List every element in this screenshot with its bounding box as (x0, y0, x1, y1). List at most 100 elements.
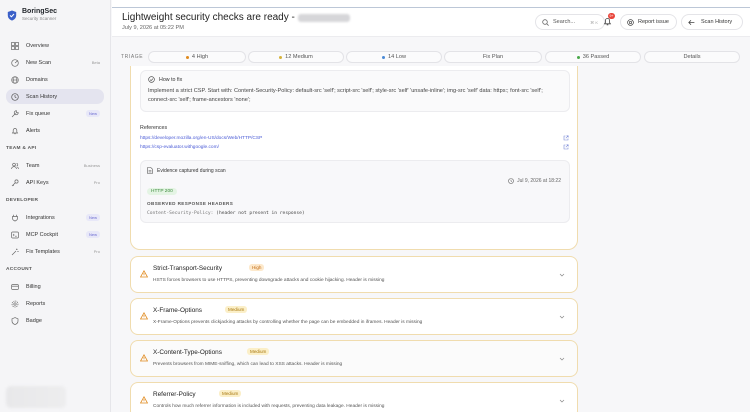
plan-tag: Business (83, 163, 100, 168)
how-to-fix-label: How to fix (159, 76, 183, 83)
sidebar-item-label: Fix Templates (26, 248, 60, 255)
passed-dot (576, 55, 580, 59)
external-link-icon[interactable] (563, 144, 569, 152)
chevron-down-icon[interactable] (559, 265, 565, 277)
finding-name: Strict-Transport-Security (153, 265, 223, 272)
sidebar-item-reports[interactable]: Reports (6, 296, 104, 311)
header-value: (header not present in response) (216, 211, 305, 216)
finding-name: X-Frame-Options (153, 307, 203, 314)
finding-description: X-Frame-Options prevents clickjacking at… (153, 320, 423, 325)
finding-card[interactable]: Referrer-Policy Medium Controls how much… (130, 382, 578, 412)
sidebar-item-label: Fix queue (26, 110, 51, 117)
redacted-domain (297, 13, 350, 22)
sidebar-item-mcp-cockpit[interactable]: MCP Cockpit New (6, 227, 104, 242)
shield-icon (11, 316, 19, 325)
sidebar-item-label: Reports (26, 300, 46, 307)
reference-link[interactable]: https://csp-evaluator.withgoogle.com/ (140, 145, 219, 150)
fix-plan-tab[interactable]: Fix Plan (444, 51, 542, 63)
notifications-button[interactable]: 9+ (601, 13, 615, 28)
reference-link[interactable]: https://developer.mozilla.org/en-US/docs… (140, 136, 262, 141)
observed-header-line: Content-Security-Policy: (header not pre… (147, 211, 305, 216)
new-tag: New (85, 231, 100, 238)
finding-description: HSTS forces browsers to use HTTPS, preve… (153, 278, 385, 283)
header-divider (112, 7, 750, 8)
warning-icon (139, 265, 149, 278)
clock-icon (508, 178, 514, 184)
sidebar-item-label: Domains (26, 76, 48, 83)
how-to-fix-box: How to fix Implement a strict CSP. Start… (140, 70, 570, 112)
finding-description: Prevents browsers from MIME-sniffing, wh… (153, 362, 343, 367)
card-icon (11, 283, 19, 291)
new-tag: New (85, 214, 100, 221)
evidence-box: Evidence captured during scan Jul 9, 202… (140, 160, 570, 223)
filter-passed[interactable]: 36 Passed (545, 51, 641, 63)
sidebar-item-label: Badge (26, 317, 42, 324)
scan-history-label: Scan History (701, 19, 733, 25)
search-icon (542, 18, 549, 26)
triage-bar: TRIAGE 4 High 12 Medium 14 Low Fix Plan … (112, 50, 750, 64)
bug-icon (627, 18, 634, 26)
evidence-date: Jul 9, 2026 at 18:22 (508, 178, 561, 184)
sidebar-item-team[interactable]: Team Business (6, 158, 104, 173)
scan-date: July 9, 2026 at 05:22 PM (122, 25, 184, 31)
filter-high-label: 4 High (191, 54, 209, 60)
document-icon (147, 167, 153, 174)
section-title-team: TEAM & API (6, 146, 37, 151)
severity-badge: Medium (219, 390, 242, 397)
filter-medium-label: 12 Medium (285, 54, 313, 60)
external-link-icon[interactable] (563, 135, 569, 143)
filter-high[interactable]: 4 High (148, 51, 246, 63)
sidebar-item-billing[interactable]: Billing (6, 279, 104, 294)
new-tag: New (85, 110, 100, 117)
chevron-down-icon[interactable] (559, 391, 565, 403)
sidebar-item-label: API Keys (26, 179, 49, 186)
notification-count-badge: 9+ (608, 13, 615, 19)
sidebar: BoringSec Security Scanner Overview New … (0, 0, 111, 412)
filter-low-label: 14 Low (387, 54, 407, 60)
sidebar-item-api-keys[interactable]: API Keys Pro (6, 175, 104, 190)
plug-icon (11, 214, 19, 222)
chevron-down-icon[interactable] (559, 349, 565, 361)
sidebar-item-label: Overview (26, 42, 49, 49)
sidebar-item-alerts[interactable]: Alerts (6, 123, 104, 138)
finding-card[interactable]: X-Content-Type-Options Medium Prevents b… (130, 340, 578, 377)
sidebar-item-label: Billing (26, 283, 41, 290)
observed-headers-title: OBSERVED RESPONSE HEADERS (147, 201, 234, 206)
finding-description: Controls how much referrer information i… (153, 404, 385, 409)
users-icon (11, 162, 19, 170)
arrow-left-icon (688, 19, 695, 26)
user-profile-blurred[interactable] (6, 386, 66, 408)
evidence-date-label: Jul 9, 2026 at 18:22 (517, 178, 561, 184)
finding-card[interactable]: X-Frame-Options Medium X-Frame-Options p… (130, 298, 578, 335)
sidebar-item-overview[interactable]: Overview (6, 38, 104, 53)
fix-plan-label: Fix Plan (482, 54, 504, 60)
sidebar-item-new-scan[interactable]: New Scan Beta (6, 55, 104, 70)
shield-logo-icon (7, 10, 17, 21)
sidebar-item-scan-history[interactable]: Scan History (6, 89, 104, 104)
expanded-finding-card: How to fix Implement a strict CSP. Start… (130, 66, 578, 250)
brand[interactable]: BoringSec Security Scanner (0, 0, 110, 28)
finding-card[interactable]: Strict-Transport-Security High HSTS forc… (130, 256, 578, 293)
terminal-icon (11, 231, 19, 239)
plan-tag: Pro (93, 180, 100, 185)
details-tab[interactable]: Details (644, 51, 740, 63)
sidebar-item-fix-templates[interactable]: Fix Templates Pro (6, 244, 104, 259)
http-status-badge: HTTP 200 (147, 188, 177, 195)
report-issue-button[interactable]: Report issue (620, 14, 677, 30)
scan-history-button[interactable]: Scan History (681, 14, 743, 30)
sidebar-item-badge[interactable]: Badge (6, 313, 104, 328)
sidebar-item-fix-queue[interactable]: Fix queue New (6, 106, 104, 121)
sidebar-item-label: Team (26, 162, 40, 169)
sidebar-item-domains[interactable]: Domains (6, 72, 104, 87)
search-input[interactable]: Search... ⌘ K (535, 14, 605, 30)
section-title-developer: DEVELOPER (6, 198, 39, 203)
filter-medium[interactable]: 12 Medium (248, 51, 344, 63)
chevron-down-icon[interactable] (559, 307, 565, 319)
how-to-fix-text: Implement a strict CSP. Start with: Cont… (148, 88, 543, 103)
warning-icon (139, 391, 149, 404)
references-title: References (140, 125, 168, 131)
filter-low[interactable]: 14 Low (346, 51, 442, 63)
plan-tag: Pro (93, 249, 100, 254)
sidebar-item-integrations[interactable]: Integrations New (6, 210, 104, 225)
wrench-icon (11, 109, 19, 118)
